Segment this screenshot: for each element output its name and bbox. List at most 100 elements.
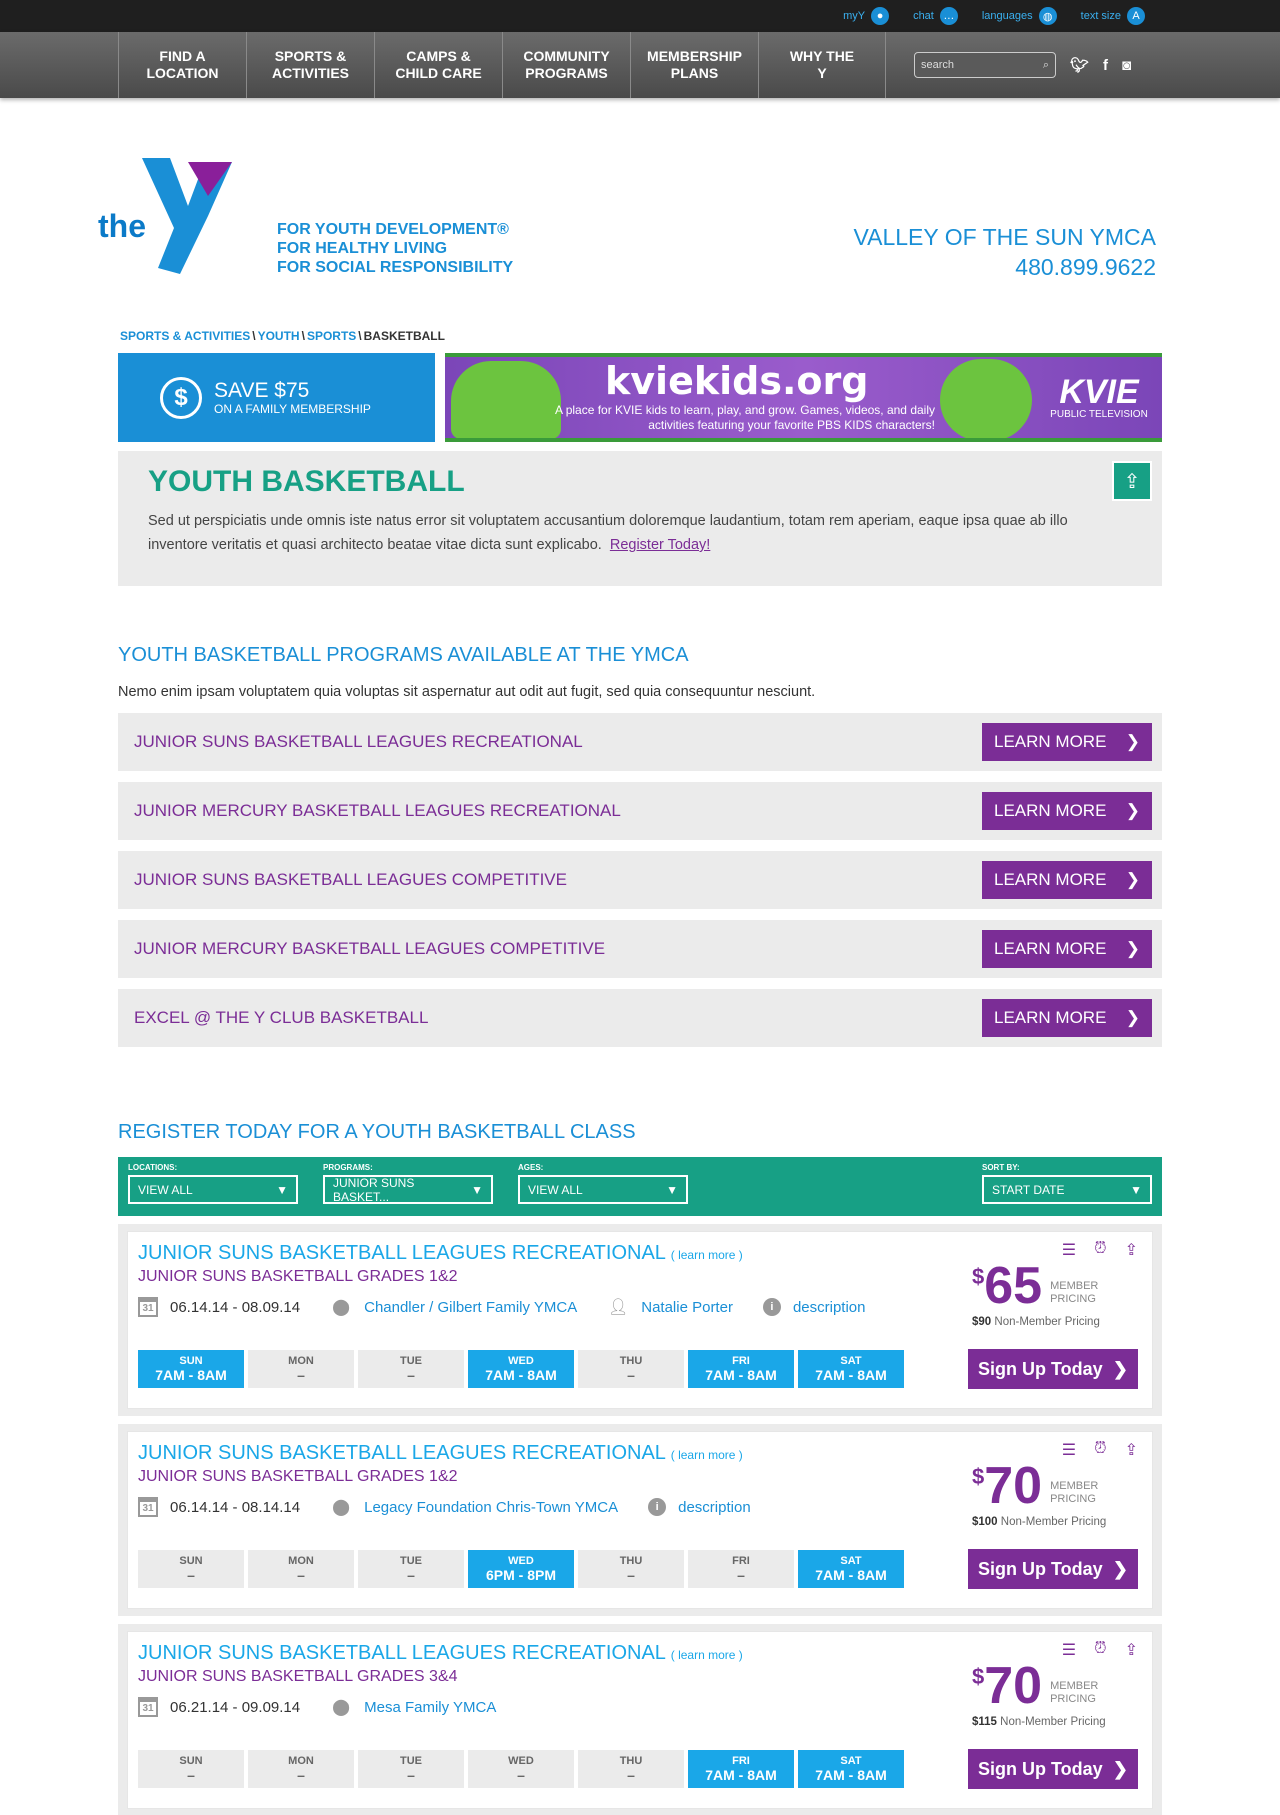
learn-more-link[interactable]: ( learn more ): [671, 1248, 743, 1262]
class-location[interactable]: Chandler / Gilbert Family YMCA: [364, 1299, 577, 1316]
day-mon: MON –: [248, 1350, 354, 1388]
program-row: JUNIOR SUNS BASKETBALL LEAGUES RECREATIO…: [118, 713, 1162, 771]
class-location[interactable]: Legacy Foundation Chris-Town YMCA: [364, 1499, 618, 1516]
class-title-text[interactable]: JUNIOR SUNS BASKETBALL LEAGUES RECREATIO…: [138, 1642, 665, 1664]
breadcrumb-item[interactable]: SPORTS & ACTIVITIES: [120, 329, 250, 343]
currency-symbol: $: [972, 1464, 985, 1489]
day-time: 7AM - 8AM: [705, 1767, 777, 1783]
chevron-right-icon: ❯: [1112, 1358, 1128, 1379]
breadcrumb-separator: \: [301, 329, 305, 343]
non-member-label: Non-Member Pricing: [1000, 1516, 1107, 1528]
class-title-text[interactable]: JUNIOR SUNS BASKETBALL LEAGUES RECREATIO…: [138, 1242, 665, 1264]
age-filter-label: AGES:: [518, 1163, 544, 1172]
class-title-text[interactable]: JUNIOR SUNS BASKETBALL LEAGUES RECREATIO…: [138, 1442, 665, 1464]
non-member-label: Non-Member Pricing: [1000, 1716, 1106, 1728]
day-fri: FRI 7AM - 8AM: [688, 1350, 794, 1388]
program-select[interactable]: JUNIOR SUNS BASKET... ▼: [323, 1175, 493, 1204]
age-select[interactable]: VIEW ALL ▼: [518, 1175, 688, 1204]
program-list: JUNIOR SUNS BASKETBALL LEAGUES RECREATIO…: [118, 713, 1162, 1058]
learn-more-link[interactable]: ( learn more ): [671, 1448, 743, 1462]
sign-up-button[interactable]: Sign Up Today ❯: [968, 1749, 1138, 1789]
alarm-clock-icon[interactable]: ⏰︎: [1094, 1440, 1106, 1460]
instagram-icon[interactable]: ◙: [1122, 57, 1131, 74]
nav-camps-child-care[interactable]: CAMPS & CHILD CARE: [374, 32, 502, 98]
day-fri: FRI –: [688, 1550, 794, 1588]
chevron-right-icon: ❯: [1112, 1758, 1128, 1779]
day-schedule: SUN – MON – TUE – WED 6PM - 8PM THU – FRI – SA…: [138, 1550, 904, 1588]
day-tue: TUE –: [358, 1550, 464, 1588]
list-icon[interactable]: ☰: [1062, 1240, 1076, 1260]
list-icon[interactable]: ☰: [1062, 1440, 1076, 1460]
day-name: WED: [508, 1755, 534, 1767]
register-today-link[interactable]: Register Today!: [610, 537, 710, 553]
share-button[interactable]: ⇪: [1112, 461, 1152, 501]
ymca-logo[interactable]: the: [98, 156, 258, 276]
info-icon: i: [648, 1498, 667, 1516]
share-icon[interactable]: ⇪: [1125, 1240, 1138, 1260]
languages-link[interactable]: languages ◍: [982, 7, 1057, 25]
location-select[interactable]: VIEW ALL ▼: [128, 1175, 298, 1204]
day-name: SUN: [179, 1355, 203, 1367]
location-filter-label: LOCATIONS:: [128, 1163, 178, 1172]
nav-membership-plans[interactable]: MEMBERSHIP PLANS: [630, 32, 758, 98]
chevron-right-icon: ❯: [1125, 1008, 1140, 1027]
twitter-icon[interactable]: 🐦︎: [1070, 56, 1089, 74]
kvie-logo-text: KVIE: [1059, 373, 1139, 411]
day-name: SAT: [840, 1555, 862, 1567]
search-icon[interactable]: ⌕: [1043, 59, 1049, 72]
branch-phone[interactable]: 480.899.9622: [853, 252, 1156, 282]
chat-label: chat: [913, 10, 934, 22]
alarm-clock-icon[interactable]: ⏰︎: [1094, 1240, 1106, 1260]
class-location[interactable]: Mesa Family YMCA: [364, 1699, 496, 1716]
nav-community-programs[interactable]: COMMUNITY PROGRAMS: [502, 32, 630, 98]
sign-up-button[interactable]: Sign Up Today ❯: [968, 1549, 1138, 1589]
class-instructor[interactable]: Natalie Porter: [641, 1299, 733, 1316]
non-member-label: Non-Member Pricing: [994, 1316, 1100, 1328]
class-subtitle: JUNIOR SUNS BASKETBALL GRADES 1&2: [138, 1268, 458, 1285]
learn-more-link[interactable]: ( learn more ): [671, 1648, 743, 1662]
class-actions: ☰ ⏰︎ ⇪: [1062, 1640, 1138, 1660]
kvie-ad-banner[interactable]: kviekids.org A place for KVIE kids to le…: [445, 353, 1162, 442]
chat-link[interactable]: chat …: [913, 7, 958, 25]
learn-more-button[interactable]: LEARN MORE ❯: [982, 930, 1152, 968]
learn-more-button[interactable]: LEARN MORE ❯: [982, 723, 1152, 761]
myy-link[interactable]: myY ●: [843, 7, 890, 25]
sign-up-button[interactable]: Sign Up Today ❯: [968, 1349, 1138, 1389]
family-membership-promo[interactable]: $ SAVE $75 ON A FAMILY MEMBERSHIP: [118, 353, 435, 442]
search-input[interactable]: search ⌕: [914, 52, 1056, 78]
member-pricing-label: MEMBER PRICING: [1050, 1680, 1099, 1705]
nav-why-the-y[interactable]: WHY THE Y: [758, 32, 886, 98]
text-size-link[interactable]: text size A: [1081, 7, 1145, 25]
day-thu: THU –: [578, 1350, 684, 1388]
sort-select[interactable]: START DATE ▼: [982, 1175, 1152, 1204]
facebook-icon[interactable]: f: [1103, 57, 1108, 74]
share-icon[interactable]: ⇪: [1125, 1440, 1138, 1460]
share-icon[interactable]: ⇪: [1125, 1640, 1138, 1660]
program-filter-label: PROGRAMS:: [323, 1163, 373, 1172]
class-title: JUNIOR SUNS BASKETBALL LEAGUES RECREATIO…: [138, 1642, 743, 1665]
sort-filter-label: SORT BY:: [982, 1163, 1020, 1172]
breadcrumb-item[interactable]: SPORTS: [307, 329, 356, 343]
learn-more-button[interactable]: LEARN MORE ❯: [982, 999, 1152, 1037]
alarm-clock-icon[interactable]: ⏰︎: [1094, 1640, 1106, 1660]
currency-symbol: $: [972, 1264, 985, 1289]
day-sun: SUN –: [138, 1750, 244, 1788]
list-icon[interactable]: ☰: [1062, 1640, 1076, 1660]
class-title: JUNIOR SUNS BASKETBALL LEAGUES RECREATIO…: [138, 1442, 743, 1465]
learn-more-button[interactable]: LEARN MORE ❯: [982, 792, 1152, 830]
breadcrumb-item[interactable]: YOUTH: [258, 329, 300, 343]
learn-more-button[interactable]: LEARN MORE ❯: [982, 861, 1152, 899]
share-icon: ⇪: [1123, 470, 1141, 493]
class-description-link[interactable]: description: [678, 1499, 751, 1516]
day-name: THU: [619, 1555, 643, 1567]
nav-sports-activities[interactable]: SPORTS & ACTIVITIES: [246, 32, 374, 98]
class-description-link[interactable]: description: [793, 1299, 866, 1316]
learn-more-label: LEARN MORE: [994, 801, 1107, 820]
day-time: 7AM - 8AM: [815, 1367, 887, 1383]
nav-find-location[interactable]: FIND A LOCATION: [118, 32, 246, 98]
text-size-label: text size: [1080, 10, 1121, 22]
sign-up-label: Sign Up Today: [978, 1758, 1103, 1779]
kvie-logo-sub: PUBLIC TELEVISION: [1050, 409, 1148, 420]
day-name: TUE: [400, 1355, 422, 1367]
class-title: JUNIOR SUNS BASKETBALL LEAGUES RECREATIO…: [138, 1242, 743, 1265]
